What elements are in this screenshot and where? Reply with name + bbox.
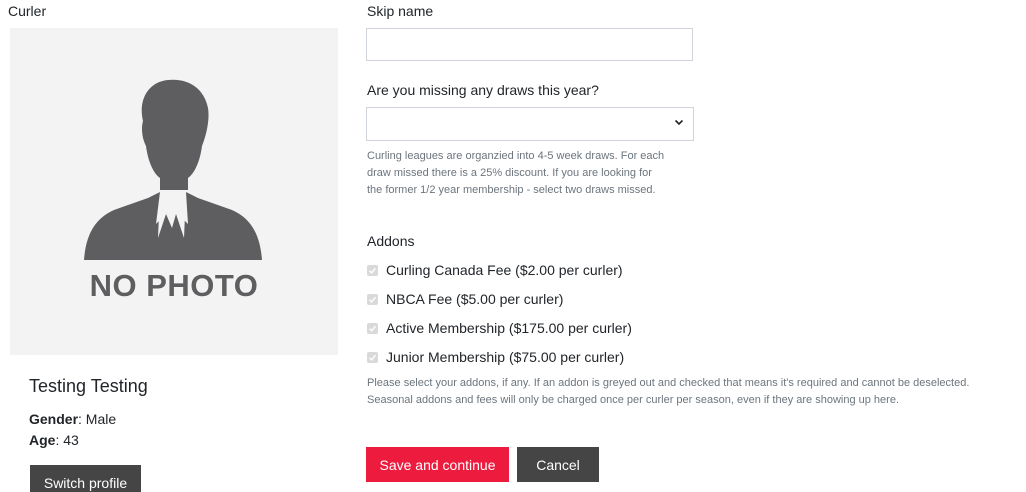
profile-card: Testing Testing Gender: Male Age: 43 Swi… <box>10 355 338 492</box>
gender-label: Gender <box>29 411 79 427</box>
missing-draws-help: Curling leagues are organzied into 4-5 w… <box>367 148 664 199</box>
addon-checkbox[interactable] <box>367 293 378 305</box>
person-silhouette-icon <box>84 79 262 260</box>
cancel-button[interactable]: Cancel <box>517 447 599 482</box>
skip-name-input[interactable] <box>366 28 693 61</box>
profile-photo-placeholder: NO PHOTO <box>10 28 338 355</box>
checkmark-icon <box>369 296 377 303</box>
age-label: Age <box>29 432 56 448</box>
addon-curling-canada-fee: Curling Canada Fee ($2.00 per curler) <box>367 261 623 279</box>
addon-active-membership: Active Membership ($175.00 per curler) <box>367 319 632 337</box>
age-line: Age: 43 <box>29 432 79 448</box>
help-line: Please select your addons, if any. If an… <box>367 377 970 389</box>
skip-name-label: Skip name <box>367 3 434 19</box>
addons-label: Addons <box>367 233 415 249</box>
help-line: draw missed there is a 25% discount. If … <box>367 167 652 179</box>
addon-label: NBCA Fee ($5.00 per curler) <box>386 291 564 307</box>
curler-name: Testing Testing <box>29 376 148 396</box>
addon-checkbox[interactable] <box>367 322 378 334</box>
addon-checkbox[interactable] <box>367 351 378 363</box>
age-value: : 43 <box>55 432 79 448</box>
addon-label: Curling Canada Fee ($2.00 per curler) <box>386 262 623 278</box>
checkmark-icon <box>369 354 377 361</box>
curler-heading: Curler <box>8 3 47 19</box>
registration-page: Curler NO PHOTO Testing Testing Gender: … <box>0 0 1026 492</box>
gender-line: Gender: Male <box>29 411 116 427</box>
addon-label: Active Membership ($175.00 per curler) <box>386 320 632 336</box>
chevron-down-icon <box>674 119 684 126</box>
help-line: Seasonal addons and fees will only be ch… <box>367 394 900 406</box>
help-line: Curling leagues are organzied into 4-5 w… <box>367 150 665 162</box>
no-photo-text: NO PHOTO <box>89 268 259 303</box>
save-and-continue-button[interactable]: Save and continue <box>366 447 509 482</box>
addon-checkbox[interactable] <box>367 264 378 276</box>
switch-profile-button[interactable]: Switch profile <box>30 465 141 492</box>
addon-nbca-fee: NBCA Fee ($5.00 per curler) <box>367 290 563 308</box>
checkmark-icon <box>369 325 377 332</box>
addon-junior-membership: Junior Membership ($75.00 per curler) <box>367 348 624 366</box>
missing-draws-label: Are you missing any draws this year? <box>367 82 599 98</box>
addon-label: Junior Membership ($75.00 per curler) <box>386 349 625 365</box>
missing-draws-select[interactable] <box>366 107 694 141</box>
addons-help: Please select your addons, if any. If an… <box>367 375 969 409</box>
checkmark-icon <box>369 267 377 274</box>
help-line: the former 1/2 year membership - select … <box>367 184 656 196</box>
gender-value: : Male <box>78 411 117 427</box>
